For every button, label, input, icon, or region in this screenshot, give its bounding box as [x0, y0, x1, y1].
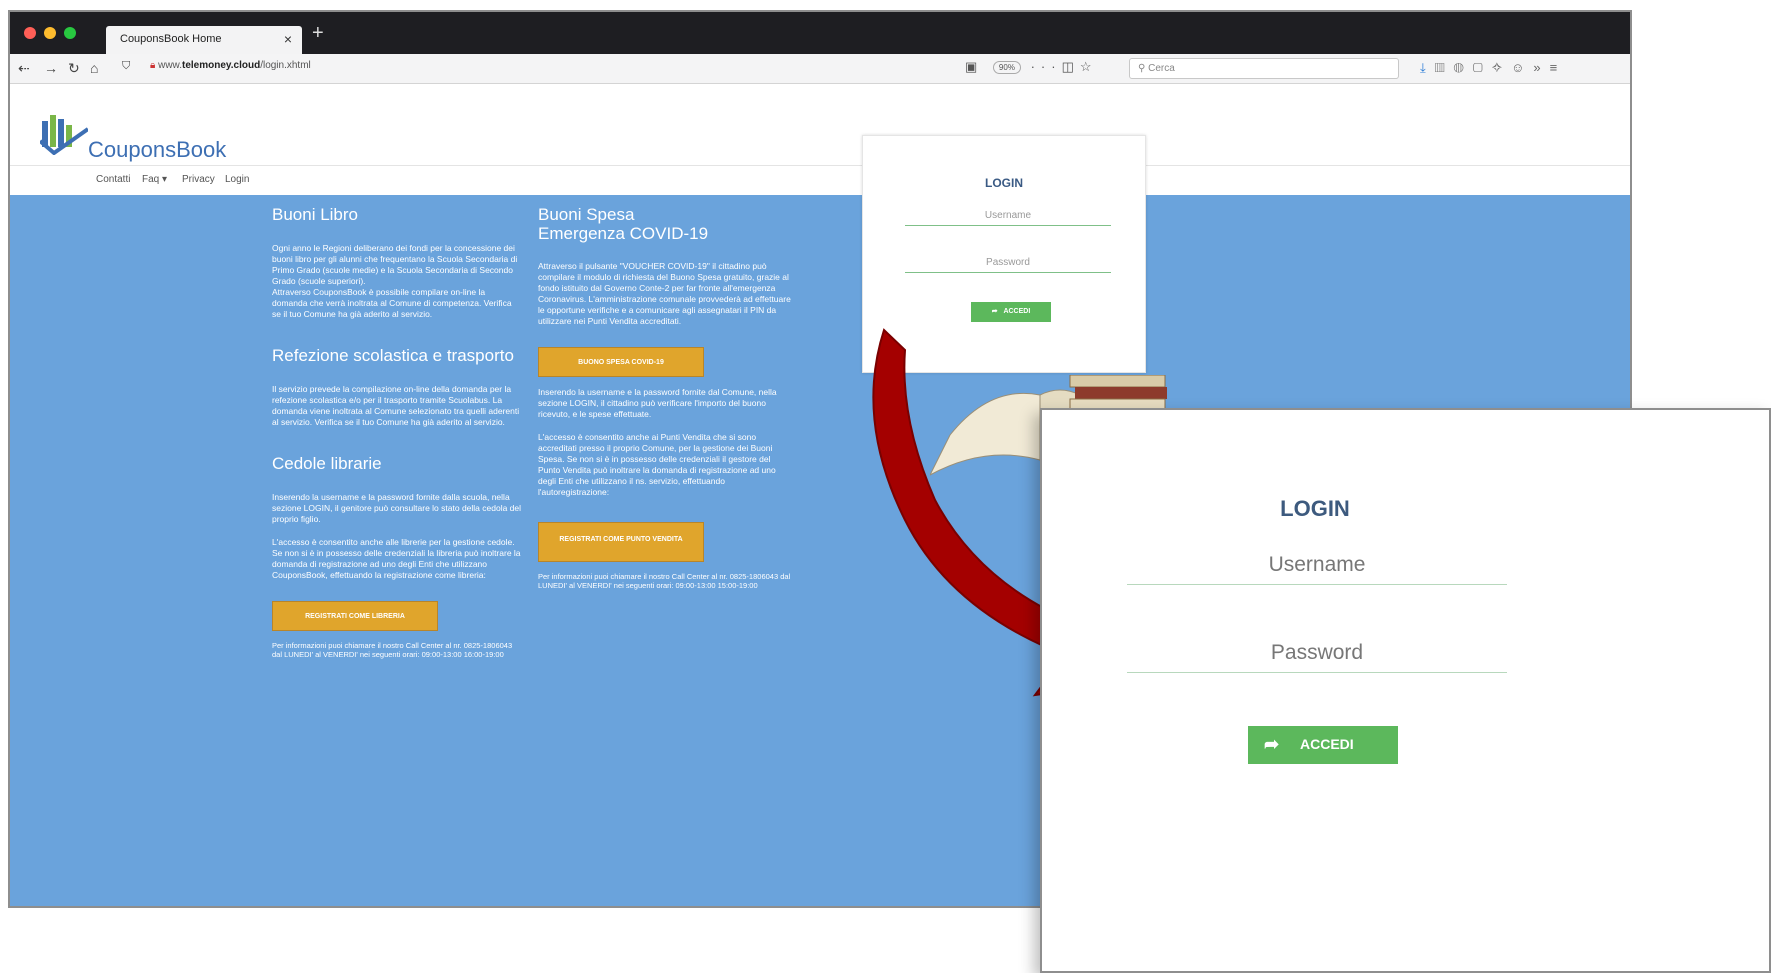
- section-title-refezione: Refezione scolastica e trasporto: [272, 346, 514, 365]
- menu-item-login[interactable]: Login: [225, 174, 249, 185]
- search-placeholder: Cerca: [1148, 63, 1175, 74]
- back-icon[interactable]: ⇠: [18, 60, 30, 77]
- share-arrow-icon: ➦: [991, 308, 998, 315]
- zoomed-username-field[interactable]: Username: [1127, 550, 1507, 585]
- menu-icon[interactable]: ≡: [1550, 60, 1567, 75]
- site-logo[interactable]: CouponsBook: [38, 115, 226, 162]
- register-store-button[interactable]: REGISTRATI COME PUNTO VENDITA: [538, 522, 704, 562]
- shield-icon[interactable]: ⛉: [122, 60, 130, 73]
- login-button-label: ACCEDI: [1003, 308, 1031, 315]
- right-footer-text: Per informazioni puoi chiamare il nostro…: [538, 572, 791, 590]
- menu-item-privacy[interactable]: Privacy: [182, 174, 215, 185]
- home-icon[interactable]: ⌂: [90, 60, 98, 76]
- left-column: Buoni Libro Ogni anno le Regioni deliber…: [272, 205, 522, 671]
- buono-spesa-covid-button[interactable]: BUONO SPESA COVID-19: [538, 347, 704, 377]
- section-text-refezione: Il servizio prevede la compilazione on-l…: [272, 384, 520, 427]
- extension-icon[interactable]: ◍: [1454, 60, 1473, 75]
- pocket-icon[interactable]: ◫: [1062, 59, 1080, 74]
- login-title: LOGIN: [985, 176, 1023, 190]
- title-line-1: Buoni Spesa: [538, 205, 635, 224]
- lock-icon: 🔒︎: [150, 60, 156, 71]
- left-footer-text: Per informazioni puoi chiamare il nostro…: [272, 641, 513, 659]
- zoomed-login-button-label: ACCEDI: [1300, 736, 1354, 752]
- section-title-cedole: Cedole librarie: [272, 454, 382, 473]
- login-submit-button[interactable]: ➦ ACCEDI: [971, 302, 1051, 322]
- minimize-window-icon[interactable]: [44, 27, 56, 39]
- section-text-cedole-1: Inserendo la username e la password forn…: [272, 492, 522, 524]
- reader-view-icon[interactable]: ▣: [965, 59, 983, 74]
- section-text-verifica: Inserendo la username e la password forn…: [538, 387, 777, 419]
- forward-icon[interactable]: →: [44, 60, 58, 76]
- menu-item-faq[interactable]: Faq ▾: [142, 174, 167, 185]
- browser-tab[interactable]: CouponsBook Home ×: [106, 26, 302, 54]
- tab-title: CouponsBook Home: [120, 33, 222, 45]
- menu-item-contatti[interactable]: Contatti: [96, 174, 130, 185]
- reload-icon[interactable]: ↻: [68, 60, 80, 77]
- new-tab-icon[interactable]: +: [312, 22, 324, 45]
- url-domain: telemoney.cloud: [182, 60, 261, 71]
- maximize-window-icon[interactable]: [64, 27, 76, 39]
- section-text-buoni-spesa: Attraverso il pulsante "VOUCHER COVID-19…: [538, 261, 791, 326]
- section-text-cedole-2: L'accesso è consentito anche alle librer…: [272, 537, 521, 580]
- address-bar[interactable]: 🔒︎ www.telemoney.cloud/login.xhtml: [150, 60, 311, 71]
- title-line-2: Emergenza COVID-19: [538, 224, 709, 243]
- close-window-icon[interactable]: [24, 27, 36, 39]
- zoomed-login-submit-button[interactable]: ➦ ACCEDI: [1248, 726, 1398, 764]
- addon-icon[interactable]: ✧: [1492, 60, 1511, 75]
- account-icon[interactable]: ☺: [1511, 60, 1533, 75]
- tab-close-icon[interactable]: ×: [284, 31, 292, 47]
- section-text-punti-vendita: L'accesso è consentito anche ai Punti Ve…: [538, 432, 776, 497]
- container-icon[interactable]: ▢: [1473, 60, 1492, 75]
- browser-toolbar: ⇠ → ↻ ⌂ ⛉ 🔒︎ www.telemoney.cloud/login.x…: [10, 54, 1630, 84]
- library-icon[interactable]: ▥: [1435, 60, 1454, 75]
- password-field[interactable]: Password: [905, 257, 1111, 273]
- zoomed-login-title: LOGIN: [1280, 496, 1350, 521]
- page-actions-icon[interactable]: ···: [1031, 59, 1062, 74]
- overflow-icon[interactable]: »: [1533, 60, 1549, 75]
- bookmark-star-icon[interactable]: ☆: [1080, 59, 1098, 74]
- logo-text: CouponsBook: [88, 137, 227, 162]
- right-column: Buoni Spesa Emergenza COVID-19 Attravers…: [538, 205, 792, 602]
- browser-titlebar: CouponsBook Home × +: [10, 12, 1630, 54]
- section-text-buoni-libro: Ogni anno le Regioni deliberano dei fond…: [272, 243, 518, 319]
- zoomed-password-field[interactable]: Password: [1127, 638, 1507, 673]
- address-bar-actions: ▣ 90% ···◫☆: [965, 59, 1098, 75]
- url-path: /login.xhtml: [260, 60, 311, 71]
- section-title-buoni-libro: Buoni Libro: [272, 205, 359, 224]
- url-prefix: www.: [158, 60, 183, 71]
- login-card: LOGIN Username Password ➦ ACCEDI: [862, 135, 1146, 373]
- search-icon: ⚲: [1138, 63, 1146, 74]
- register-library-button[interactable]: REGISTRATI COME LIBRERIA: [272, 601, 438, 631]
- zoomed-login-card: LOGIN Username Password ➦ ACCEDI: [1040, 408, 1771, 973]
- username-field[interactable]: Username: [905, 210, 1111, 226]
- zoom-level[interactable]: 90%: [992, 61, 1021, 75]
- section-title-buoni-spesa: Buoni Spesa Emergenza COVID-19: [538, 205, 792, 243]
- download-icon[interactable]: ⤓: [1420, 60, 1435, 75]
- zoomed-share-arrow-icon: ➦: [1264, 734, 1280, 754]
- logo-books-icon: [38, 115, 90, 156]
- search-input[interactable]: ⚲ Cerca: [1129, 58, 1399, 79]
- site-menu: Contatti Faq ▾ Privacy Login: [10, 165, 1630, 196]
- toolbar-icons: ⤓▥◍▢✧☺»≡: [1420, 60, 1566, 76]
